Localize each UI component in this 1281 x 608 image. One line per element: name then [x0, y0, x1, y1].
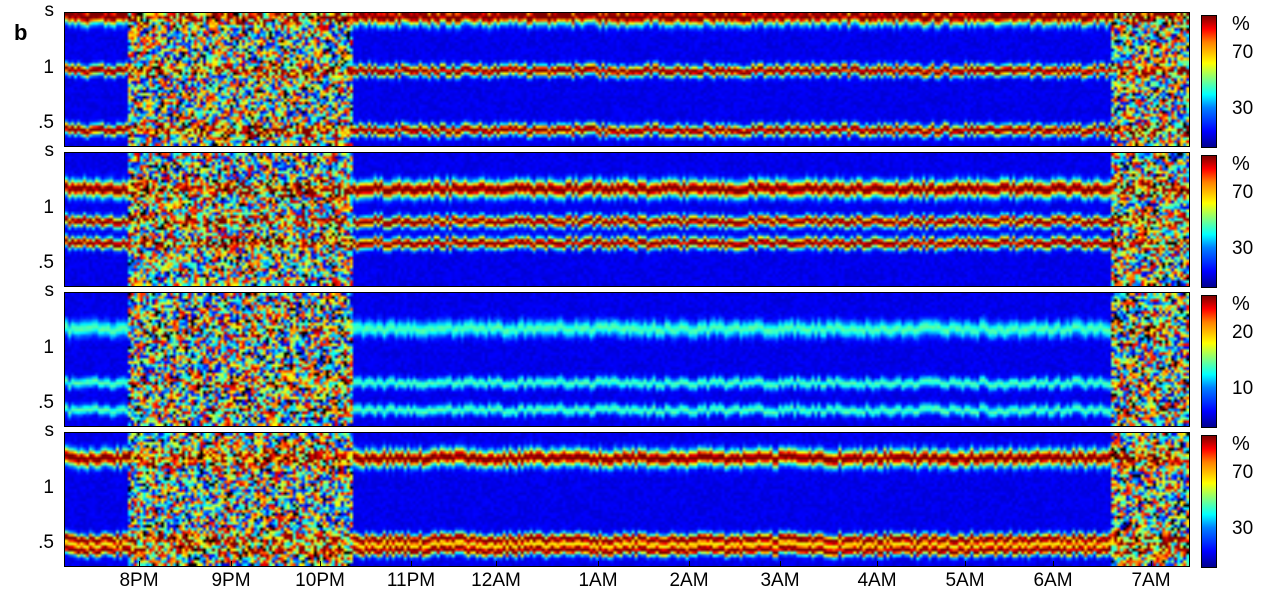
colorbar-4 [1201, 435, 1217, 568]
heatmap-panel-1 [64, 12, 1190, 147]
y-unit-label: s [44, 0, 55, 21]
x-tick-mark [780, 561, 781, 566]
x-tick-mark [139, 561, 140, 566]
x-tick-mark [1151, 561, 1152, 566]
x-tick-label: 11PM [386, 570, 436, 591]
colorbar-3 [1201, 295, 1217, 428]
colorbar-unit-label: % [1232, 293, 1250, 315]
colorbar-tick-label: 20 [1232, 322, 1254, 343]
x-tick-mark [1053, 561, 1054, 566]
colorbar-tick-label: 70 [1232, 462, 1254, 483]
y-tick-label: 1 [43, 337, 54, 358]
x-tick-mark [598, 561, 599, 566]
heatmap-canvas-1 [65, 13, 1189, 146]
x-tick-label: 4AM [857, 570, 897, 591]
x-tick-label: 2AM [669, 570, 709, 591]
x-tick-label: 8PM [119, 570, 159, 591]
colorbar-tick-label: 30 [1232, 518, 1254, 539]
colorbar-tick-label: 70 [1232, 42, 1254, 63]
y-tick-label: 1 [43, 477, 54, 498]
x-tick-label: 7AM [1131, 570, 1171, 591]
y-unit-label: s [44, 420, 55, 441]
colorbar-tick-label: 10 [1232, 378, 1254, 399]
x-tick-mark [496, 561, 497, 566]
colorbar-tick-label: 30 [1232, 98, 1254, 119]
y-tick-label: .5 [38, 252, 54, 273]
heatmap-panel-4 [64, 432, 1190, 567]
x-tick-label: 3AM [760, 570, 800, 591]
x-tick-label: 1AM [578, 570, 618, 591]
x-tick-mark [320, 561, 321, 566]
y-tick-label: 1 [43, 57, 54, 78]
y-tick-label: .5 [38, 112, 54, 133]
heatmap-canvas-4 [65, 433, 1189, 566]
y-tick-label: .5 [38, 532, 54, 553]
x-tick-label: 6AM [1033, 570, 1073, 591]
colorbar-tick-label: 70 [1232, 182, 1254, 203]
colorbar-tick-label: 30 [1232, 238, 1254, 259]
x-tick-mark [231, 561, 232, 566]
y-tick-label: 1 [43, 197, 54, 218]
x-tick-label: 12AM [471, 570, 521, 591]
y-tick-label: .5 [38, 392, 54, 413]
panel-letter: b [14, 20, 28, 45]
y-unit-label: s [44, 140, 55, 161]
x-tick-mark [689, 561, 690, 566]
x-tick-mark [965, 561, 966, 566]
colorbar-1 [1201, 15, 1217, 148]
heatmap-canvas-2 [65, 153, 1189, 286]
heatmap-panel-2 [64, 152, 1190, 287]
y-unit-label: s [44, 280, 55, 301]
x-tick-label: 5AM [945, 570, 985, 591]
x-tick-label: 9PM [211, 570, 251, 591]
colorbar-unit-label: % [1232, 13, 1250, 35]
x-tick-mark [877, 561, 878, 566]
x-tick-mark [411, 561, 412, 566]
x-tick-label: 10PM [295, 570, 345, 591]
colorbar-unit-label: % [1232, 433, 1250, 455]
colorbar-2 [1201, 155, 1217, 288]
heatmap-canvas-3 [65, 293, 1189, 426]
heatmap-panel-3 [64, 292, 1190, 427]
colorbar-unit-label: % [1232, 153, 1250, 175]
